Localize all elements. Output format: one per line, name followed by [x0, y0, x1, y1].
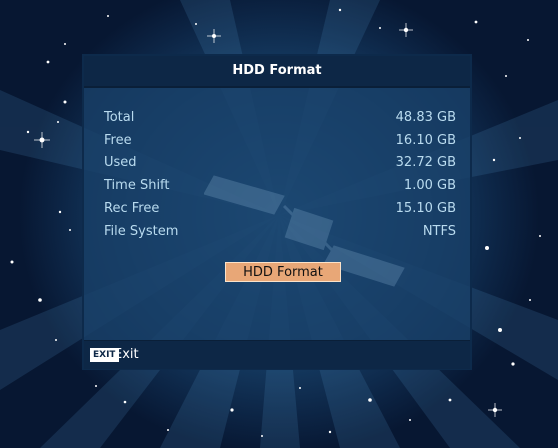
row-label: Used	[104, 155, 137, 170]
exit-label: Exit	[114, 347, 139, 362]
dialog-footer: EXIT Exit	[84, 340, 470, 369]
row-label: Total	[104, 110, 135, 125]
row-value: 15.10 GB	[395, 201, 456, 216]
row-value: 48.83 GB	[395, 110, 456, 125]
row-label: File System	[104, 224, 179, 239]
row-value: 16.10 GB	[395, 133, 456, 148]
row-value: 1.00 GB	[403, 178, 456, 193]
row-value: 32.72 GB	[395, 155, 456, 170]
hdd-format-dialog: HDD Format Total 48.83 GB Free 16.10 GB …	[82, 54, 472, 370]
info-row-total: Total 48.83 GB	[104, 110, 456, 130]
info-row-file-system: File System NTFS	[104, 224, 456, 244]
info-row-free: Free 16.10 GB	[104, 133, 456, 153]
row-value: NTFS	[422, 224, 456, 239]
info-row-time-shift: Time Shift 1.00 GB	[104, 178, 456, 198]
info-row-used: Used 32.72 GB	[104, 155, 456, 175]
info-row-rec-free: Rec Free 15.10 GB	[104, 201, 456, 221]
row-label: Free	[104, 133, 132, 148]
row-label: Rec Free	[104, 201, 160, 216]
row-label: Time Shift	[104, 178, 170, 193]
dialog-title: HDD Format	[84, 56, 470, 88]
hdd-format-button[interactable]: HDD Format	[225, 262, 341, 282]
tv-screen: HDD Format Total 48.83 GB Free 16.10 GB …	[0, 0, 558, 448]
